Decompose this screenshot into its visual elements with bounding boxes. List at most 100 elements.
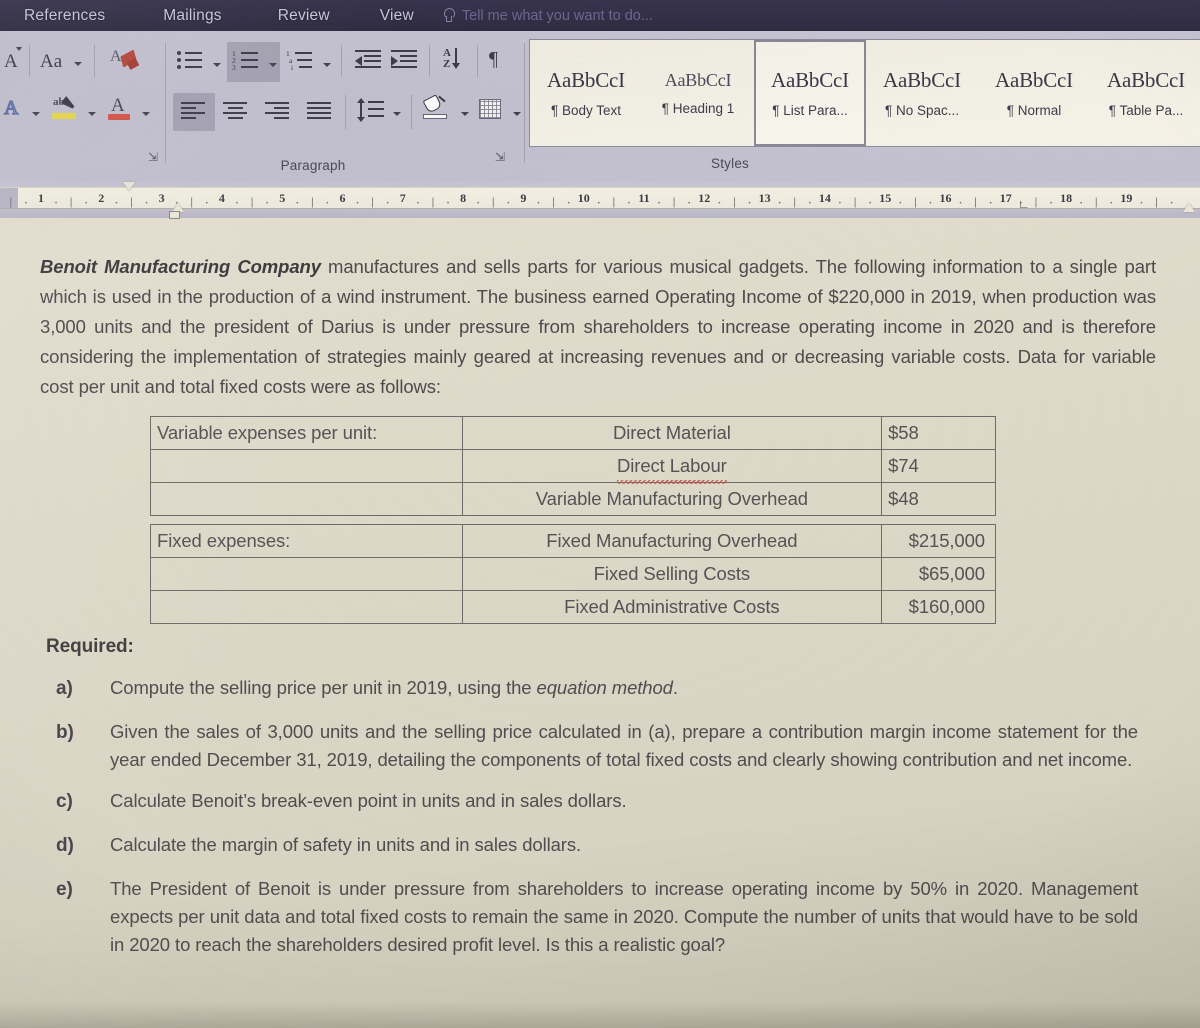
shading-icon[interactable] (422, 94, 449, 121)
tab-mailings[interactable]: Mailings (153, 7, 231, 25)
font-color-icon[interactable]: A (108, 95, 134, 123)
text-effects-caret-icon (32, 112, 40, 116)
table-cell-item: Direct Labour (461, 448, 883, 484)
ruler-half-tick: | (190, 196, 193, 208)
text-highlight-color-icon[interactable]: ab (52, 97, 80, 123)
ruler-half-tick: | (69, 196, 73, 208)
left-indent-marker[interactable] (169, 211, 180, 219)
style-preview: AaBbCcI (547, 68, 625, 92)
style-name: ¶ List Para... (772, 103, 848, 118)
tab-stop-marker[interactable]: ∟ (1018, 197, 1030, 211)
table-cell-value: $58 (881, 415, 996, 450)
style-item-normal[interactable]: AaBbCcI ¶ Normal (978, 40, 1090, 146)
change-case-icon[interactable]: Aa (40, 51, 62, 73)
line-spacing-icon[interactable] (356, 98, 385, 122)
highlight-caret-icon (88, 112, 96, 116)
ruler-quarter-tick: · (386, 198, 390, 209)
tell-me-search[interactable]: Tell me what you want to do... (442, 8, 653, 24)
decrease-indent-icon[interactable] (355, 50, 381, 69)
format-painter-icon[interactable]: A (110, 48, 140, 74)
ruler-quarter-tick: · (838, 198, 842, 209)
paragraph-dialog-launcher-icon[interactable]: ⇲ (495, 151, 508, 164)
divider (411, 95, 412, 129)
shrink-font-icon[interactable]: A (4, 51, 18, 73)
table-row: Fixed expenses: Fixed Manufacturing Over… (150, 523, 996, 558)
align-center-icon[interactable] (223, 102, 247, 120)
divider (341, 45, 342, 77)
first-line-indent-marker[interactable] (123, 182, 135, 191)
ribbon-group-font: A Aa A A ab A ⇲ (0, 31, 165, 181)
table-cell-category (150, 481, 463, 516)
change-case-caret-icon (74, 62, 82, 66)
table-cell-category: Variable expenses per unit: (150, 415, 463, 450)
text-effects-icon[interactable]: A (3, 96, 19, 120)
ruler-number: 17 (999, 191, 1012, 205)
right-indent-marker[interactable] (1183, 203, 1195, 212)
ruler-quarter-tick: · (627, 198, 631, 209)
ruler-number: 10 (577, 191, 590, 205)
ruler-half-tick: | (1095, 196, 1098, 208)
style-item-heading-1[interactable]: AaBbCcI ¶ Heading 1 (642, 40, 754, 146)
question-text-italic: equation method (536, 677, 673, 699)
style-preview: AaBbCcI (1107, 68, 1185, 92)
ruler-quarter-tick: · (205, 198, 209, 209)
ruler-quarter-tick: · (416, 198, 420, 209)
ruler-quarter-tick: · (355, 198, 360, 209)
ruler-half-tick: | (1155, 196, 1158, 208)
intro-paragraph-rest: manufactures and sells parts for various… (40, 256, 1156, 397)
style-preview: AaBbCcI (883, 68, 961, 92)
question-text: The President of Benoit is under pressur… (110, 877, 1138, 956)
ruler-quarter-tick: · (265, 198, 269, 209)
style-gallery[interactable]: AaBbCcI ¶ Body Text AaBbCcI ¶ Heading 1 … (529, 39, 1200, 147)
justify-icon[interactable] (307, 102, 331, 120)
ruler-number: 6 (339, 191, 346, 205)
bullets-caret-icon (213, 63, 221, 67)
divider (429, 45, 430, 77)
ruler-half-tick: | (612, 196, 616, 208)
ruler-quarter-tick: · (868, 198, 872, 209)
styles-group-label: Styles (711, 156, 749, 171)
tab-references[interactable]: References (14, 7, 115, 25)
tab-view[interactable]: View (370, 7, 424, 25)
ruler-quarter-tick: · (446, 198, 450, 209)
ruler-number: 4 (218, 191, 225, 205)
style-item-no-spacing[interactable]: AaBbCcI ¶ No Spac... (866, 40, 978, 146)
align-right-icon[interactable] (265, 102, 289, 120)
increase-indent-icon[interactable] (391, 50, 417, 69)
multilevel-list-icon[interactable]: 1 a i (286, 50, 313, 71)
table-row: Variable expenses per unit: Direct Mater… (150, 415, 996, 450)
ruler-half-tick: | (914, 196, 917, 208)
tab-review[interactable]: Review (268, 7, 340, 25)
ruler-quarter-tick: · (898, 198, 902, 209)
table-cell-category (150, 448, 463, 483)
ruler-number: 5 (279, 191, 286, 205)
question-text-after: . (672, 677, 678, 699)
ruler-number: 8 (460, 191, 467, 205)
style-name: ¶ Normal (1006, 103, 1062, 118)
table-cell-item: Fixed Selling Costs (461, 556, 883, 591)
ruler-number: 13 (758, 191, 771, 205)
borders-icon[interactable] (479, 99, 501, 119)
table-row: Variable Manufacturing Overhead $48 (150, 481, 996, 516)
ruler-number: 11 (638, 191, 650, 205)
cost-data-table: Variable expenses per unit: Direct Mater… (150, 415, 996, 624)
question-label: d) (56, 835, 74, 857)
table-cell-value: $215,000 (881, 523, 996, 558)
divider (345, 95, 346, 129)
style-item-list-paragraph[interactable]: AaBbCcI ¶ List Para... (754, 40, 866, 146)
divider (29, 45, 30, 77)
style-item-body-text[interactable]: AaBbCcI ¶ Body Text (530, 40, 642, 146)
style-item-table-paragraph[interactable]: AaBbCcI ¶ Table Pa... (1090, 40, 1200, 146)
required-heading: Required: (46, 635, 134, 657)
table-cell-value: $160,000 (881, 589, 996, 624)
align-left-icon[interactable] (181, 102, 205, 120)
ruler-half-tick: | (250, 196, 254, 208)
ruler-quarter-tick: · (778, 198, 782, 209)
bullets-icon[interactable] (177, 50, 203, 69)
list-item: c) Calculate Benoit’s break-even point i… (38, 787, 1160, 818)
font-color-caret-icon (142, 112, 150, 116)
sort-icon[interactable]: A Z (443, 47, 465, 71)
document-page[interactable]: Benoit Manufacturing Company manufacture… (0, 218, 1200, 1028)
show-formatting-marks-icon[interactable]: ¶ (489, 48, 498, 71)
numbering-icon[interactable]: 1 2 3 (232, 50, 259, 71)
